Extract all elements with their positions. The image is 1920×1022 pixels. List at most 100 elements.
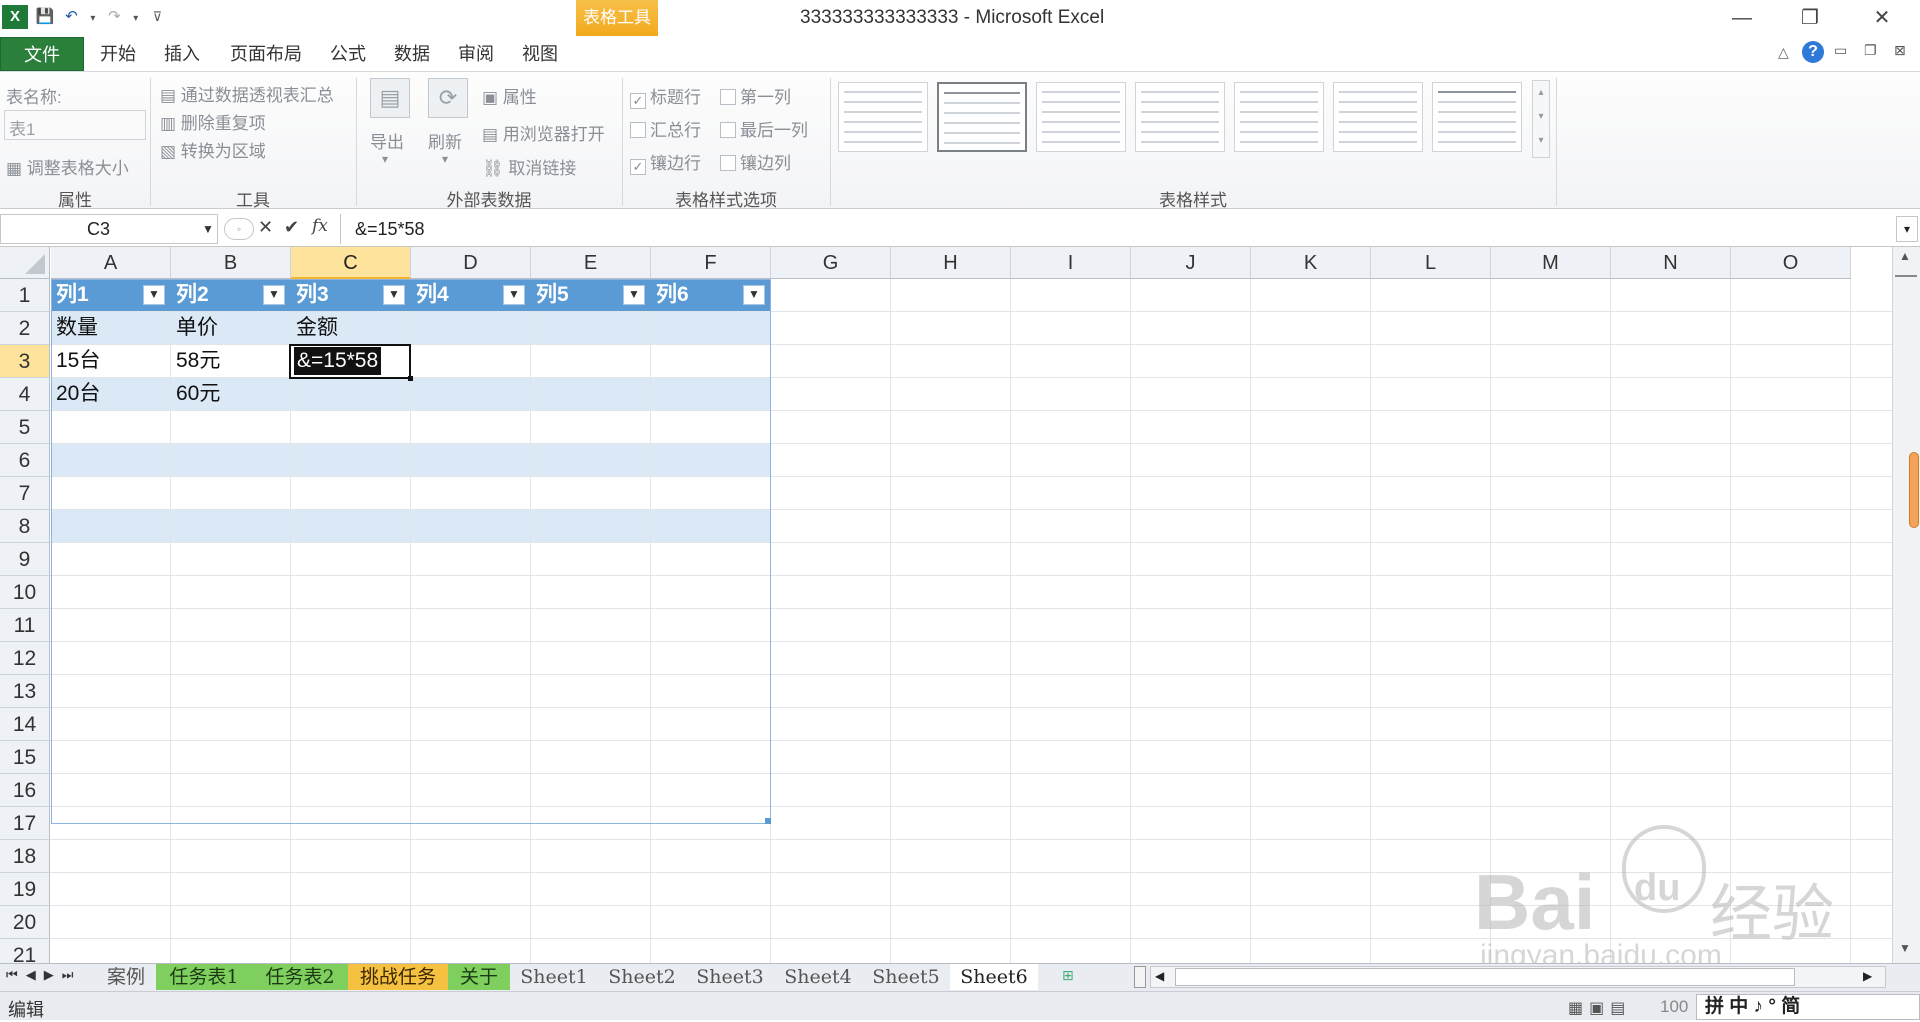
table-style-thumbnail[interactable] [1036,82,1126,152]
summarize-pivot-button[interactable]: ▤ 通过数据透视表汇总 [160,81,334,106]
export-button[interactable]: 导出 [370,128,404,153]
scroll-left-icon[interactable]: ◀ [1155,969,1164,983]
column-header-k[interactable]: K [1251,247,1371,279]
fill-handle[interactable] [408,376,413,381]
help-icon[interactable]: ? [1802,41,1824,63]
cell-b4[interactable]: 60元 [176,378,220,410]
last-column-checkbox[interactable]: 最后一列 [720,116,808,141]
row-header-8[interactable]: 8 [0,510,50,543]
row-header-13[interactable]: 13 [0,675,50,708]
scroll-up-icon[interactable]: ▲ [1899,249,1911,263]
filter-dropdown-icon[interactable]: ▼ [743,285,765,305]
banded-columns-checkbox[interactable]: 镶边列 [720,149,791,174]
unlink-button[interactable]: ⛓ 取消链接 [482,154,576,179]
sheet-tab-9[interactable]: Sheet4 [774,964,862,990]
column-header-l[interactable]: L [1371,247,1491,279]
minimize-workbook-icon[interactable]: ▭ [1834,42,1847,59]
column-header-c[interactable]: C [291,247,411,279]
column-header-n[interactable]: N [1611,247,1731,279]
formula-input[interactable]: &=15*58 [340,214,1900,244]
column-header-d[interactable]: D [411,247,531,279]
gallery-scroll[interactable]: ▴ ▾ ▾ [1532,80,1550,158]
redo-icon[interactable]: ↷ [103,6,125,28]
column-header-m[interactable]: M [1491,247,1611,279]
row-header-14[interactable]: 14 [0,708,50,741]
cell-b3[interactable]: 58元 [176,345,220,377]
scroll-right-icon[interactable]: ▶ [1863,969,1872,983]
banded-rows-checkbox[interactable]: ✓ 镶边行 [630,149,701,175]
header-row-checkbox[interactable]: ✓ 标题行 [630,83,701,109]
filter-dropdown-icon[interactable]: ▼ [383,285,405,305]
sheet-tab-4[interactable]: 挑战任务 [348,964,448,990]
vertical-scrollbar[interactable]: ▲ ▼ [1892,247,1920,963]
scroll-down-icon[interactable]: ▼ [1899,941,1911,955]
row-header-20[interactable]: 20 [0,906,50,939]
row-header-18[interactable]: 18 [0,840,50,873]
chevron-down-icon[interactable]: ▼ [202,222,214,236]
insert-sheet-icon[interactable]: ⊞ [1062,967,1086,987]
cell-a4[interactable]: 20台 [56,378,100,410]
total-row-checkbox[interactable]: 汇总行 [630,116,701,141]
column-header-i[interactable]: I [1011,247,1131,279]
tab-page-layout[interactable]: 页面布局 [222,40,310,68]
row-header-9[interactable]: 9 [0,543,50,576]
row-header-21[interactable]: 21 [0,939,50,963]
column-header-a[interactable]: A [51,247,171,279]
customize-qat-icon[interactable]: ⊽ [146,6,168,28]
row-header-1[interactable]: 1 [0,279,50,312]
view-buttons[interactable]: ▦▣▤ [1568,998,1631,1018]
column-header-e[interactable]: E [531,247,651,279]
row-header-6[interactable]: 6 [0,444,50,477]
column-header-o[interactable]: O [1731,247,1851,279]
filter-dropdown-icon[interactable]: ▼ [623,285,645,305]
scroll-thumb[interactable] [1909,452,1919,528]
row-header-10[interactable]: 10 [0,576,50,609]
column-header-j[interactable]: J [1131,247,1251,279]
table-style-thumbnail[interactable] [1234,82,1324,152]
worksheet-grid[interactable]: ABCDEFGHIJKLMNO 1 2 3 4 5 6 7 8 9 10 11 12 13 14 15 16 1… [0,247,1920,963]
row-header-15[interactable]: 15 [0,741,50,774]
close-workbook-icon[interactable]: ⊠ [1894,42,1906,59]
sheet-tab-10[interactable]: Sheet5 [862,964,950,990]
zoom-level[interactable]: 100 [1660,997,1688,1017]
sheet-tab-7[interactable]: Sheet2 [598,964,686,990]
tab-home[interactable]: 开始 [92,40,144,68]
row-header-12[interactable]: 12 [0,642,50,675]
horizontal-scroll-thumb[interactable] [1175,968,1795,986]
sheet-tab-1[interactable]: 案例 [96,964,156,990]
filter-dropdown-icon[interactable]: ▼ [143,285,165,305]
insert-function-icon[interactable]: fx [312,216,328,236]
horizontal-scrollbar[interactable]: ◀ ▶ [1150,966,1886,988]
cell-a2[interactable]: 数量 [56,312,98,344]
table-resize-handle[interactable] [765,818,771,824]
tab-review[interactable]: 审阅 [450,40,502,68]
table-style-thumbnail[interactable] [1333,82,1423,152]
split-box[interactable] [1895,275,1917,277]
tab-file[interactable]: 文件 [0,37,84,71]
select-all-corner[interactable] [0,247,50,279]
tab-insert[interactable]: 插入 [156,40,208,68]
table-style-thumbnail[interactable] [838,82,928,152]
table-style-thumbnail[interactable] [1135,82,1225,152]
row-header-4[interactable]: 4 [0,378,50,411]
ime-toolbar[interactable]: 拼 中 ♪ ° 简 [1696,994,1920,1020]
sheet-tab-5[interactable]: 关于 [448,964,510,990]
enter-icon[interactable]: ✔ [284,217,299,238]
sheet-nav-icons[interactable]: ⏮◀▶⏭ [6,967,81,983]
filter-dropdown-icon[interactable]: ▼ [503,285,525,305]
open-in-browser-button[interactable]: ▤ 用浏览器打开 [482,120,605,145]
sheet-tab-6[interactable]: Sheet1 [510,964,598,990]
save-icon[interactable]: 💾 [34,6,56,28]
tab-view[interactable]: 视图 [514,40,566,68]
table-name-input[interactable]: 表1 [4,110,146,140]
row-header-11[interactable]: 11 [0,609,50,642]
undo-icon[interactable]: ↶ [60,6,82,28]
remove-duplicates-button[interactable]: ▥ 删除重复项 [160,109,266,134]
row-header-2[interactable]: 2 [0,312,50,345]
table-style-thumbnail[interactable] [1432,82,1522,152]
tab-split-handle[interactable] [1134,966,1146,988]
dropdown-icon[interactable]: ▾ [87,8,99,30]
cell-a3[interactable]: 15台 [56,345,100,377]
column-header-h[interactable]: H [891,247,1011,279]
tab-formulas[interactable]: 公式 [322,40,374,68]
